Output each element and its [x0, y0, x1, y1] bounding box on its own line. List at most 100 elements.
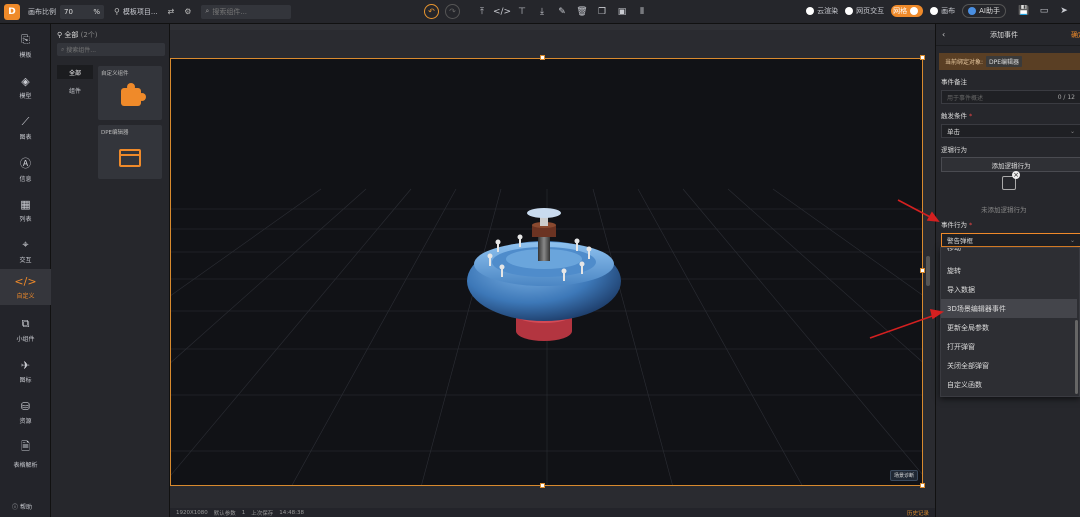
save-icon[interactable]: 💾: [1014, 6, 1034, 16]
component-search-field[interactable]: ⌕ 搜索组件...: [57, 43, 165, 56]
canvas-ratio-label: 画布比例: [28, 7, 56, 16]
brush-icon[interactable]: ✎: [552, 7, 572, 17]
template-selector[interactable]: 模板项目...: [123, 7, 158, 17]
nav-label: 模板: [19, 52, 32, 59]
search-placeholder: 搜索组件...: [212, 7, 248, 16]
undo-button[interactable]: ↶: [424, 4, 439, 19]
code-icon[interactable]: </>: [492, 7, 512, 17]
search-icon: ⌕: [205, 7, 210, 15]
nav-item-icon[interactable]: ✈ 图标: [0, 353, 51, 389]
download-icon[interactable]: ⤓: [532, 7, 552, 17]
add-logic-button[interactable]: 添加逻辑行为: [941, 157, 1080, 172]
swap-icon[interactable]: ⇄: [168, 7, 175, 16]
window-icon: [119, 149, 141, 167]
empty-image-icon: [1002, 171, 1020, 190]
table-icon: ▦: [20, 197, 31, 211]
component-card-dpe-editor[interactable]: DPE编辑器: [98, 125, 162, 179]
nav-item-info[interactable]: Ⓐ 信息: [0, 151, 51, 187]
confirm-button[interactable]: 确定: [1071, 30, 1080, 40]
settings-icon[interactable]: ⚙: [184, 7, 191, 16]
redo-button[interactable]: ↷: [445, 4, 460, 19]
dropdown-item-highlighted[interactable]: 3D场景编辑器事件: [941, 299, 1077, 318]
remark-input[interactable]: 用于事件概述 0 / 12: [941, 90, 1080, 104]
scene-diagnose-button[interactable]: 场景诊断: [889, 470, 918, 481]
dropdown-item[interactable]: 关闭全部弹窗: [941, 356, 1077, 375]
dropdown-item[interactable]: 移动: [941, 248, 1077, 257]
dropdown-scrollbar[interactable]: [1075, 320, 1078, 394]
nav-item-model[interactable]: ◈ 模型: [0, 69, 51, 105]
ai-assistant-button[interactable]: AI助手: [962, 4, 1006, 18]
resize-handle-right[interactable]: [920, 268, 925, 273]
nav-item-interact[interactable]: ⌖ 交互: [0, 233, 51, 269]
toggle-cloud-render[interactable]: 云渲染: [806, 6, 838, 16]
scene-stage[interactable]: 场景诊断: [170, 58, 923, 486]
remark-placeholder: 用于事件概述: [947, 94, 984, 102]
nav-label: 表格解析: [13, 461, 38, 469]
dropdown-item[interactable]: 打开弹窗: [941, 337, 1077, 356]
template-icon: ⎘: [21, 33, 30, 46]
component-panel: ⚲ 全部 (2个) ⌕ 搜索组件... 全部 组件 自定义组件 DPE编辑器: [51, 24, 170, 517]
panel-title: 添加事件: [990, 30, 1018, 39]
nav-item-widget[interactable]: ⧉ 小组件: [0, 312, 51, 348]
nav-label: 图标: [19, 376, 32, 384]
toggle-canvas[interactable]: 画布: [930, 6, 955, 16]
help-label: 帮助: [19, 504, 32, 511]
card-label: 自定义组件: [101, 71, 129, 77]
back-icon[interactable]: ‹: [942, 30, 945, 39]
remark-counter: 0 / 12: [1057, 93, 1075, 101]
component-card-custom[interactable]: 自定义组件: [98, 66, 162, 120]
resize-handle-top[interactable]: [540, 55, 545, 60]
upload-icon[interactable]: ⤒: [472, 7, 492, 17]
filter-icon: ⚲: [57, 31, 63, 39]
dropdown-item[interactable]: 导入数据: [941, 280, 1077, 299]
help-link[interactable]: ⓘ 帮助: [12, 502, 32, 511]
nav-item-list[interactable]: ▦ 列表: [0, 192, 51, 228]
tab-components[interactable]: 组件: [57, 83, 93, 97]
search-placeholder: 搜索组件...: [66, 47, 97, 54]
zoom-unit: %: [93, 7, 100, 16]
publish-icon[interactable]: ➤: [1054, 6, 1074, 16]
distribute-icon[interactable]: ⫴: [632, 7, 652, 17]
resize-handle-top-right[interactable]: [920, 55, 925, 60]
nav-label: 小组件: [16, 336, 35, 343]
tab-all[interactable]: 全部: [57, 65, 93, 79]
trigger-select[interactable]: 单击 ⌄: [941, 124, 1080, 138]
dropdown-item[interactable]: 旋转: [941, 261, 1077, 280]
action-value: 警告弹框: [947, 237, 973, 245]
interact-icon: ⌖: [22, 238, 29, 251]
component-panel-title[interactable]: ⚲ 全部 (2个): [57, 30, 98, 40]
toggle-grid[interactable]: 网格: [891, 5, 924, 17]
nav-label: 模型: [19, 92, 32, 100]
remark-label: 事件备注: [941, 78, 967, 86]
align-top-icon[interactable]: ⊤: [512, 7, 532, 17]
canvas-area: 场景诊断 1920X1080 默认参数 1 上次保存 14:48:38 历史记录: [170, 24, 935, 517]
resize-handle-bottom-right[interactable]: [920, 483, 925, 488]
preview-icon[interactable]: ▭: [1034, 6, 1054, 16]
nav-item-table-parse[interactable]: 🗎 表格解析: [0, 435, 51, 471]
zoom-input[interactable]: 70 %: [60, 4, 104, 19]
robot-icon: [968, 7, 977, 15]
resize-handle-bottom[interactable]: [540, 483, 545, 488]
vertical-scrollbar[interactable]: [926, 256, 930, 286]
dropdown-item[interactable]: 更新全局参数: [941, 318, 1077, 337]
ai-label: AI助手: [979, 7, 1000, 15]
chevron-down-icon: ⌄: [1069, 127, 1075, 135]
dropdown-item[interactable]: 自定义函数: [941, 375, 1077, 394]
nav-label: 信息: [19, 176, 32, 183]
group-icon[interactable]: ▣: [612, 7, 632, 17]
toggle-web-interaction[interactable]: 网页交互: [845, 6, 884, 16]
empty-logic-text: 未添加逻辑行为: [981, 206, 1027, 214]
center-toolbar: ↶ ↷ ⤒ </> ⊤ ⤓ ✎ 🗑 ❐ ▣ ⫴: [424, 4, 652, 19]
nav-item-template[interactable]: ⎘ 模板: [0, 28, 51, 64]
widget-icon: ⧉: [21, 317, 30, 330]
delete-icon[interactable]: 🗑: [572, 7, 592, 17]
nav-item-custom[interactable]: </> 自定义: [0, 269, 51, 305]
action-label: 事件行为 *: [941, 221, 973, 229]
action-select[interactable]: 警告弹框 ⌄: [941, 233, 1080, 247]
component-search-input[interactable]: ⌕ 搜索组件...: [201, 4, 292, 19]
copy-icon[interactable]: ❐: [592, 7, 612, 17]
history-link[interactable]: 历史记录: [907, 509, 929, 517]
nav-item-resource[interactable]: ⛁ 资源: [0, 394, 51, 430]
nav-item-chart[interactable]: ⟋ 图表: [0, 110, 51, 146]
action-dropdown-menu: 移动 旋转 导入数据 3D场景编辑器事件 更新全局参数 打开弹窗 关闭全部弹窗 …: [940, 247, 1080, 397]
